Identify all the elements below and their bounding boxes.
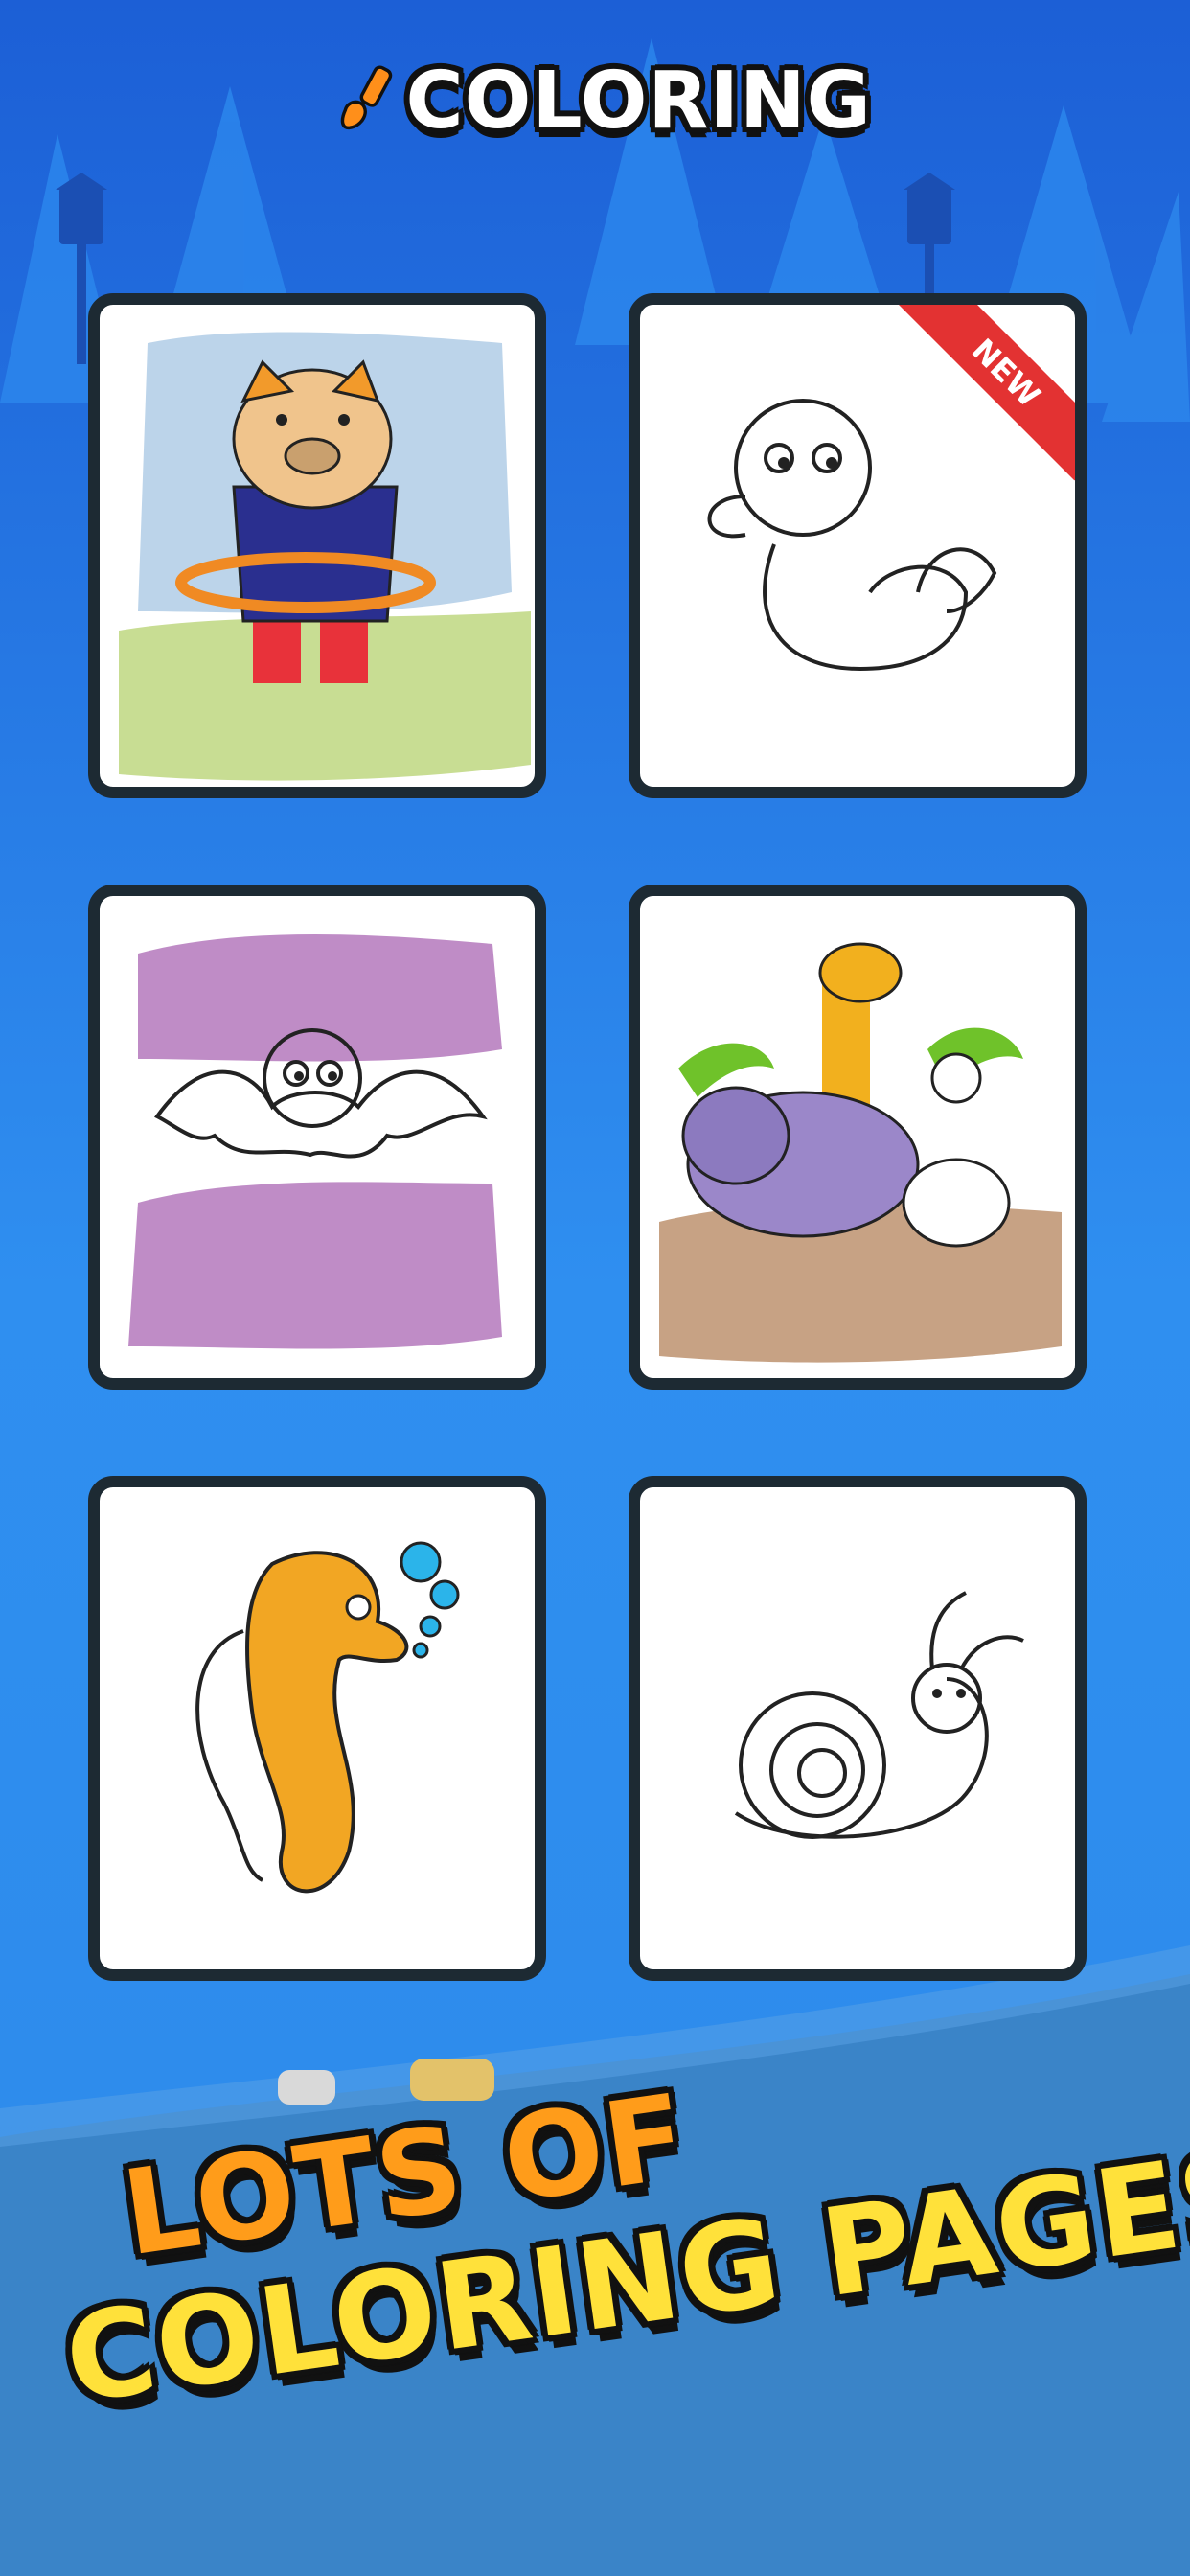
coloring-page-card-pig[interactable]: [88, 293, 546, 798]
paintbrush-icon: [340, 65, 393, 130]
coloring-page-card-snail[interactable]: [629, 1476, 1087, 1981]
snail-drawing: [734, 1591, 1024, 1839]
seahorse-drawing: [195, 1541, 460, 1894]
jungle-animals-drawing: [659, 942, 1062, 1363]
coloring-page-card-jungle[interactable]: [629, 885, 1087, 1390]
coloring-page-card-bat[interactable]: [88, 885, 546, 1390]
coloring-page-card-duck[interactable]: NEW: [629, 293, 1087, 798]
coloring-page-card-seahorse[interactable]: [88, 1476, 546, 1981]
app-title: COLORING: [405, 55, 872, 147]
pig-drawing: [119, 332, 531, 781]
app-logo: COLORING: [335, 29, 872, 172]
bat-drawing: [128, 934, 502, 1349]
